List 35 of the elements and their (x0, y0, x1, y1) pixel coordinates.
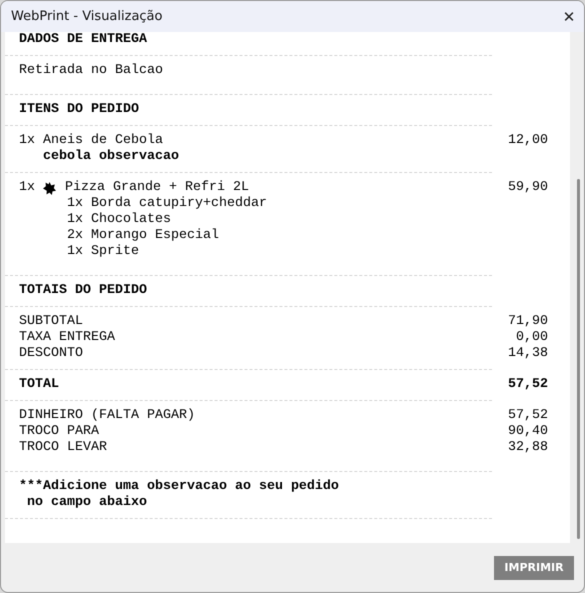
total-label: DESCONTO (19, 346, 83, 362)
item-price: 12,00 (508, 133, 548, 149)
total-label: TAXA ENTREGA (19, 330, 115, 346)
total-label: TROCO PARA (19, 424, 99, 440)
print-button[interactable]: IMPRIMIR (494, 556, 574, 580)
total-value: 0,00 (516, 330, 548, 346)
total-value: 14,38 (508, 346, 548, 362)
total-value: 57,52 (508, 408, 548, 424)
item-quantity: 1x (19, 133, 36, 149)
total-value: 71,90 (508, 314, 548, 330)
subitem: 1x Sprite (66, 244, 139, 260)
total-value: 32,88 (508, 440, 548, 456)
item-quantity: 1x (19, 180, 36, 196)
subitem: 1x Borda catupiry+cheddar (66, 196, 267, 212)
item-name: Pizza Grande + Refri 2L (65, 180, 249, 196)
scrollbar-thumb[interactable] (577, 179, 580, 539)
note-text: ***Adicione uma observacao ao seu pedido (19, 479, 339, 495)
total-label: TROCO LEVAR (19, 440, 107, 456)
close-button[interactable]: ✕ (555, 1, 583, 32)
total-label: DINHEIRO (FALTA PAGAR) (19, 408, 195, 424)
item-note: cebola observacao (42, 149, 179, 165)
subitem: 2x Morango Especial (66, 228, 219, 244)
receipt-text: Retirada no Balcao (19, 63, 163, 79)
subitem: 1x Chocolates (66, 212, 171, 228)
total-value: 90,40 (508, 424, 548, 440)
section-heading: TOTAIS DO PEDIDO (19, 283, 147, 299)
total-label: TOTAL (19, 377, 59, 393)
section-heading: DADOS DE ENTREGA (19, 32, 147, 48)
total-label: SUBTOTAL (19, 314, 83, 330)
window-title: WebPrint - Visualização (11, 9, 162, 24)
total-value: 57,52 (508, 377, 548, 393)
item-name: Aneis de Cebola (43, 133, 163, 149)
section-heading: ITENS DO PEDIDO (19, 102, 139, 118)
note-text: no campo abaixo (26, 495, 147, 511)
item-price: 59,90 (508, 180, 548, 196)
